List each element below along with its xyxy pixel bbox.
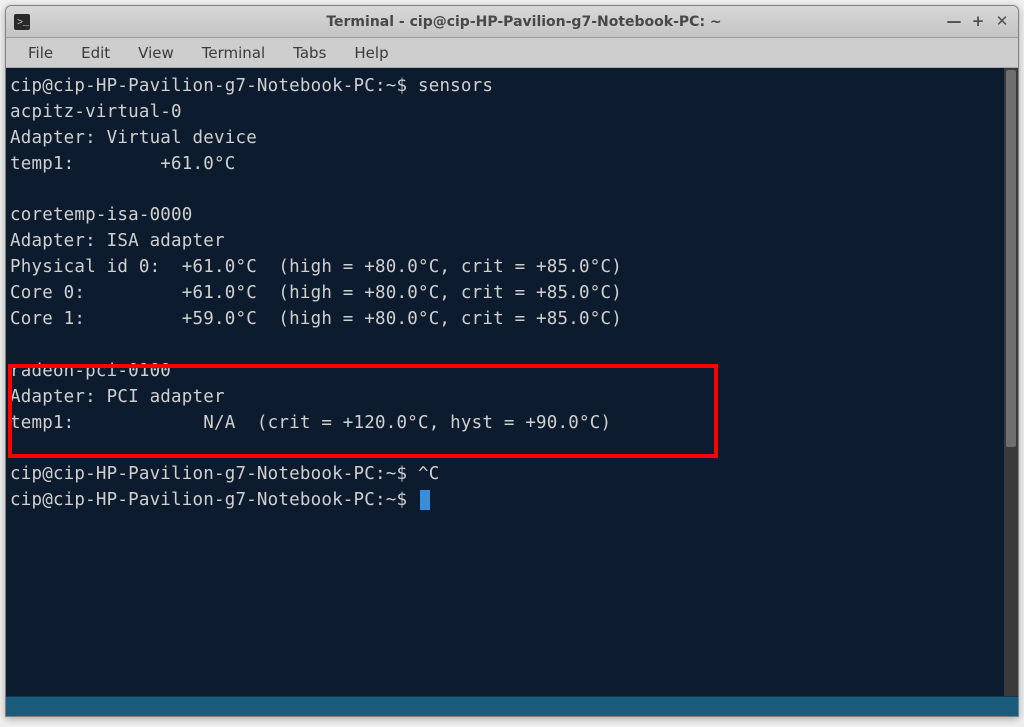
menu-edit[interactable]: Edit [67,40,124,66]
maximize-button[interactable]: + [966,12,990,32]
menu-file[interactable]: File [14,40,67,66]
output-line: Adapter: Virtual device [10,128,257,148]
terminal-window: >_ Terminal - cip@cip-HP-Pavilion-g7-Not… [5,5,1019,717]
scrollbar-thumb[interactable] [1006,70,1016,447]
output-line: Physical id 0: +61.0°C (high = +80.0°C, … [10,257,622,277]
terminal-wrap: cip@cip-HP-Pavilion-g7-Notebook-PC:~$ se… [6,68,1018,696]
output-line: temp1: +61.0°C [10,154,235,174]
svg-text:>_: >_ [17,18,30,29]
terminal-output[interactable]: cip@cip-HP-Pavilion-g7-Notebook-PC:~$ se… [6,68,1004,696]
cursor [420,490,430,510]
terminal-scrollbar[interactable] [1004,68,1018,696]
output-line: Adapter: ISA adapter [10,231,225,251]
output-line: Core 0: +61.0°C (high = +80.0°C, crit = … [10,283,622,303]
output-line: coretemp-isa-0000 [10,205,193,225]
menubar: File Edit View Terminal Tabs Help [6,38,1018,68]
minimize-button[interactable]: — [942,12,966,32]
close-button[interactable]: ✕ [990,12,1014,32]
menu-view[interactable]: View [124,40,188,66]
menu-terminal[interactable]: Terminal [188,40,279,66]
output-line: Core 1: +59.0°C (high = +80.0°C, crit = … [10,309,622,329]
menu-help[interactable]: Help [340,40,402,66]
output-line: radeon-pci-0100 [10,361,171,381]
taskbar-strip [6,696,1018,716]
output-line: acpitz-virtual-0 [10,102,182,122]
menu-tabs[interactable]: Tabs [279,40,340,66]
prompt-line-3: cip@cip-HP-Pavilion-g7-Notebook-PC:~$ [10,490,418,510]
window-title: Terminal - cip@cip-HP-Pavilion-g7-Notebo… [38,14,1010,30]
output-line: temp1: N/A (crit = +120.0°C, hyst = +90.… [10,413,611,433]
terminal-app-icon: >_ [14,14,30,30]
prompt-line-1: cip@cip-HP-Pavilion-g7-Notebook-PC:~$ se… [10,76,493,96]
output-line: Adapter: PCI adapter [10,387,225,407]
titlebar[interactable]: >_ Terminal - cip@cip-HP-Pavilion-g7-Not… [6,6,1018,38]
window-controls: — + ✕ [942,12,1014,32]
prompt-line-2: cip@cip-HP-Pavilion-g7-Notebook-PC:~$ ^C [10,464,439,484]
